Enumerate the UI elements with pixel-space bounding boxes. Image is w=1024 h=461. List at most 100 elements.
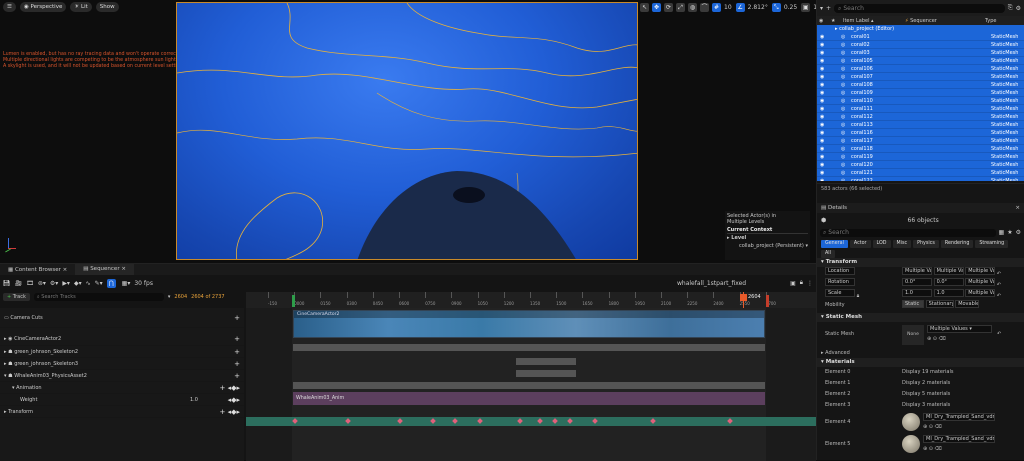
scale-icon[interactable]: ⤢: [676, 3, 685, 12]
camera-cut-clip[interactable]: CineCameraActor2: [293, 310, 765, 338]
keyframe-marker[interactable]: [727, 418, 733, 424]
reset-icon[interactable]: ↶: [997, 271, 1001, 277]
outliner-root-row[interactable]: ▸ collab_project (Editor): [817, 25, 1024, 33]
options-icon[interactable]: ⚙▾: [50, 280, 58, 287]
whale-physics-bar[interactable]: [293, 382, 765, 389]
eye-icon[interactable]: ◉: [817, 105, 829, 112]
eye-icon[interactable]: ◉: [817, 137, 829, 144]
material-dropdown[interactable]: MI_Dry_Trampled_Sand_vdrgedb_8: [923, 435, 995, 443]
lock-icon[interactable]: 🔒︎: [800, 279, 803, 287]
eye-icon[interactable]: ◉: [817, 169, 829, 176]
eye-icon[interactable]: ◉: [817, 89, 829, 96]
add-icon[interactable]: +: [234, 346, 240, 358]
angle-snap-icon[interactable]: ∠: [735, 3, 745, 12]
location-dropdown[interactable]: Location: [825, 267, 855, 275]
eye-icon[interactable]: ◉: [817, 57, 829, 64]
track-transform[interactable]: ▸ Transform + ◂◆▸: [0, 406, 244, 418]
keyframe-marker[interactable]: [452, 418, 458, 424]
keyframe-marker[interactable]: [517, 418, 523, 424]
keyframe-marker[interactable]: [292, 418, 298, 424]
star-icon[interactable]: ★: [831, 18, 843, 24]
filter-icon[interactable]: ▾: [820, 5, 823, 12]
camera-icon[interactable]: 🎥︎: [15, 280, 23, 287]
scale-snap-value[interactable]: 0.25: [784, 4, 797, 11]
rotation-x-field[interactable]: 0.0°: [902, 278, 932, 286]
material-thumbnail[interactable]: [902, 413, 920, 431]
skeleton2-section[interactable]: [516, 358, 576, 365]
film-icon[interactable]: 🎞︎: [26, 280, 34, 287]
save-icon[interactable]: 💾︎: [3, 280, 11, 287]
outliner-row[interactable]: ◉ ◎ coral03 StaticMesh: [817, 49, 1024, 57]
render-icon[interactable]: ⊚▾: [38, 280, 46, 287]
menu-icon[interactable]: ⋮: [807, 280, 813, 287]
playback-icon[interactable]: ▶▾: [62, 280, 70, 287]
scale-snap-icon[interactable]: ⤡: [771, 3, 781, 12]
outliner-row[interactable]: ◉ ◎ coral118 StaticMesh: [817, 145, 1024, 153]
outliner-row[interactable]: ◉ ◎ coral111 StaticMesh: [817, 105, 1024, 113]
details-filter-misc[interactable]: Misc: [892, 240, 912, 248]
outliner-row[interactable]: ◉ ◎ coral107 StaticMesh: [817, 73, 1024, 81]
scale-dropdown[interactable]: Scale: [825, 289, 855, 297]
outliner-row[interactable]: ◉ ◎ coral02 StaticMesh: [817, 41, 1024, 49]
eye-icon[interactable]: ◉: [817, 81, 829, 88]
history-icon[interactable]: ⎘: [1008, 4, 1013, 12]
mobility-static-button[interactable]: Static: [902, 300, 924, 308]
add-track-button[interactable]: + Track: [3, 293, 30, 301]
material-display-link[interactable]: Display 3 materials: [902, 400, 950, 411]
level-dropdown[interactable]: collab_project (Persistent) ▾: [727, 243, 808, 249]
eye-icon[interactable]: ◉: [817, 113, 829, 120]
current-frame[interactable]: 2604: [174, 294, 187, 300]
details-filter-general[interactable]: General: [821, 240, 848, 248]
details-filter-streaming[interactable]: Streaming: [975, 240, 1009, 248]
keyframe-marker[interactable]: [430, 418, 436, 424]
location-x-field[interactable]: Multiple Valu: [902, 267, 932, 275]
track-whale-physics[interactable]: ▾ ☗ WhaleAnim03_PhysicsAsset2 +: [0, 370, 244, 382]
material-display-link[interactable]: Display 2 materials: [902, 378, 950, 389]
mesh-thumbnail[interactable]: None: [902, 325, 924, 345]
track-animation[interactable]: ▾ Animation + ◂◆▸: [0, 382, 244, 394]
track-weight[interactable]: Weight 1.0 ◂◆▸: [0, 394, 244, 406]
outliner-row[interactable]: ◉ ◎ coral109 StaticMesh: [817, 89, 1024, 97]
fps-dropdown[interactable]: 30 fps: [134, 280, 153, 287]
add-icon[interactable]: +: [234, 370, 240, 382]
close-icon[interactable]: ×: [63, 267, 68, 273]
world-icon[interactable]: ◍: [688, 3, 697, 12]
eye-icon[interactable]: ◉: [817, 97, 829, 104]
track-skeleton2[interactable]: ▸ ☗ green_johnson_Skeleton2 +: [0, 346, 244, 358]
eye-icon[interactable]: ◉: [817, 65, 829, 72]
eye-icon[interactable]: ◉: [817, 153, 829, 160]
lit-button[interactable]: ☀ Lit: [70, 2, 92, 12]
outliner-row[interactable]: ◉ ◎ coral110 StaticMesh: [817, 97, 1024, 105]
scale-z-field[interactable]: Multiple Valu: [965, 289, 996, 297]
details-filter-rendering[interactable]: Rendering: [940, 240, 974, 248]
add-icon[interactable]: +: [234, 308, 240, 328]
static-mesh-dropdown[interactable]: Multiple Values ▾: [927, 325, 992, 333]
eye-icon[interactable]: ◉: [817, 129, 829, 136]
details-tab[interactable]: ▤ Details ×: [817, 203, 1024, 213]
reset-icon[interactable]: ↶: [997, 293, 1001, 299]
add-icon[interactable]: +: [826, 5, 831, 12]
details-search-input[interactable]: ⌕ Search: [820, 228, 996, 237]
start-marker[interactable]: [292, 295, 295, 307]
keyframe-marker[interactable]: [477, 418, 483, 424]
outliner-search-input[interactable]: ⌕ Search: [834, 3, 1005, 13]
track-cine-camera[interactable]: ▸ ◉ CineCameraActor2 +: [0, 332, 244, 346]
key-icon[interactable]: ◆▾: [74, 280, 82, 287]
timeline-area[interactable]: -150 0000 0150 0300 0450 0600 0750 0900 1050 1200…: [246, 292, 816, 461]
snap-icon[interactable]: ⋂: [106, 278, 116, 288]
cine-camera-bar[interactable]: [293, 344, 765, 351]
location-y-field[interactable]: Multiple Valu: [933, 267, 964, 275]
tab-content-browser[interactable]: ▦ Content Browser ×: [0, 267, 75, 273]
angle-snap-value[interactable]: 2.812°: [748, 4, 768, 11]
col-sequencer[interactable]: ⚡ Sequencer: [905, 18, 985, 24]
outliner-row[interactable]: ◉ ◎ coral112 StaticMesh: [817, 113, 1024, 121]
eye-icon[interactable]: ◉: [817, 73, 829, 80]
material-thumbnail[interactable]: [902, 435, 920, 453]
eye-icon[interactable]: ◉: [819, 18, 831, 24]
perspective-button[interactable]: ◉ Perspective: [19, 2, 67, 12]
rotation-dropdown[interactable]: Rotation: [825, 278, 855, 286]
surface-snap-icon[interactable]: ⌒: [700, 3, 709, 12]
grid-snap-value[interactable]: 10: [724, 4, 732, 11]
keyframe-marker[interactable]: [650, 418, 656, 424]
outliner-row[interactable]: ◉ ◎ coral113 StaticMesh: [817, 121, 1024, 129]
